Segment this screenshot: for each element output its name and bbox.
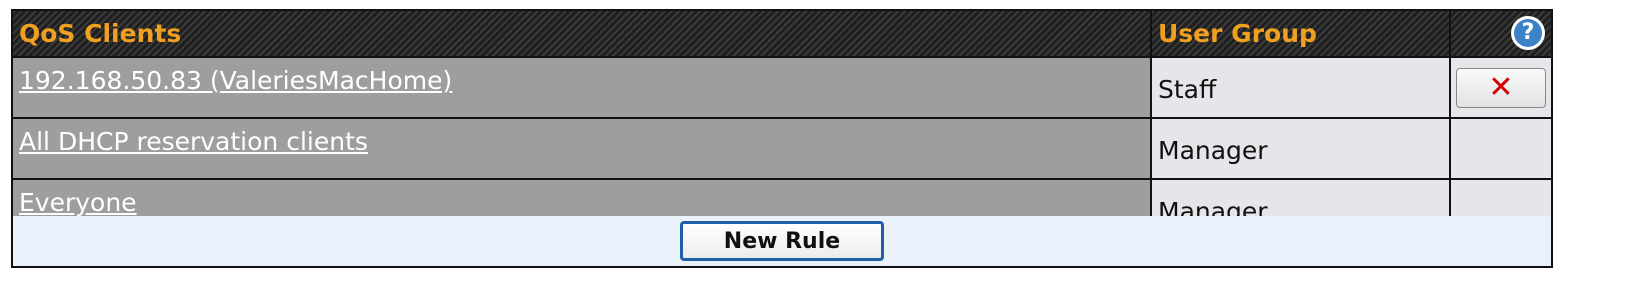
table-header-row: QoS Clients User Group ? bbox=[13, 11, 1551, 58]
client-cell: 192.168.50.83 (ValeriesMacHome) bbox=[13, 57, 1152, 119]
delete-button[interactable]: ✕ bbox=[1456, 67, 1546, 108]
user-group-cell: Staff bbox=[1151, 57, 1451, 119]
client-cell: All DHCP reservation clients bbox=[13, 118, 1152, 180]
table-row: 192.168.50.83 (ValeriesMacHome) Staff ✕ bbox=[13, 57, 1551, 119]
qos-clients-panel: QoS Clients User Group ? 192.168.50.83 (… bbox=[11, 9, 1553, 268]
client-link-192-168-50-83[interactable]: 192.168.50.83 (ValeriesMacHome) bbox=[19, 66, 452, 95]
question-circle-icon: ? bbox=[1514, 19, 1542, 47]
qos-clients-table: QoS Clients User Group ? 192.168.50.83 (… bbox=[13, 11, 1551, 241]
table-row: All DHCP reservation clients Manager bbox=[13, 118, 1551, 180]
user-group-cell: Manager bbox=[1151, 118, 1451, 180]
qos-clients-header: QoS Clients bbox=[13, 11, 1152, 58]
action-cell bbox=[1450, 118, 1551, 180]
help-header-cell: ? bbox=[1450, 11, 1551, 58]
action-cell: ✕ bbox=[1450, 57, 1551, 119]
client-link-everyone[interactable]: Everyone bbox=[19, 188, 137, 217]
table-footer: New Rule bbox=[13, 216, 1551, 266]
new-rule-button[interactable]: New Rule bbox=[680, 221, 884, 261]
help-button[interactable]: ? bbox=[1511, 16, 1545, 50]
client-link-all-dhcp-reservation[interactable]: All DHCP reservation clients bbox=[19, 127, 368, 156]
red-x-icon: ✕ bbox=[1488, 69, 1514, 105]
user-group-header: User Group bbox=[1151, 11, 1451, 58]
